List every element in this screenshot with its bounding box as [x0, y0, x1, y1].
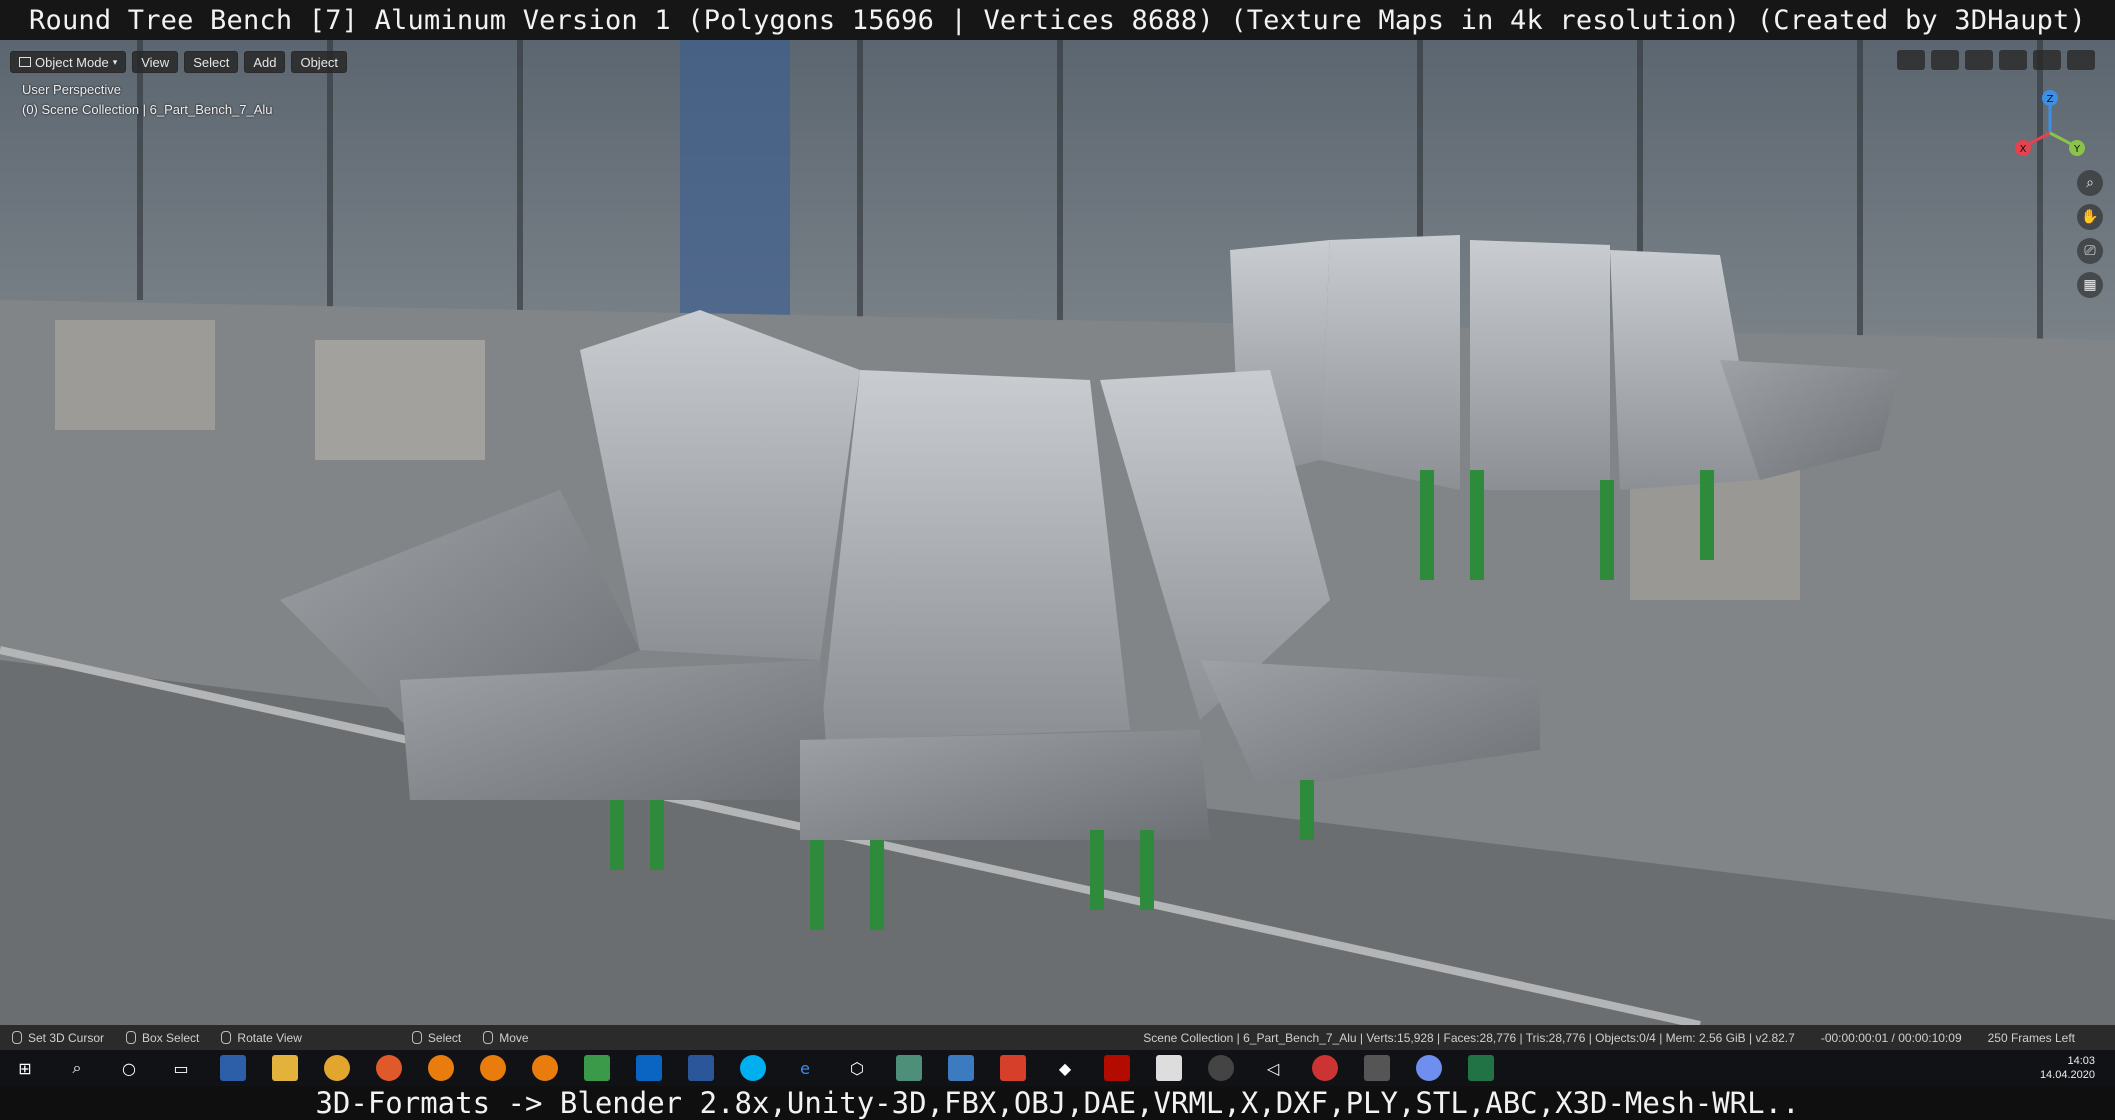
- mouse-left-icon: [411, 1031, 422, 1044]
- concrete-block: [55, 320, 215, 430]
- video-caption-bar: 3D-Formats -> Blender 2.8x,Unity-3D,FBX,…: [0, 1086, 2115, 1120]
- clock-time: 14:03: [2067, 1055, 2095, 1067]
- gizmo-x-label: X: [2020, 144, 2027, 155]
- search-icon[interactable]: ⌕: [64, 1055, 90, 1081]
- folder-icon[interactable]: [272, 1055, 298, 1081]
- blender-icon-3[interactable]: [532, 1055, 558, 1081]
- ortho-grid-icon[interactable]: ▦: [2077, 272, 2103, 298]
- draw-icon[interactable]: [948, 1055, 974, 1081]
- object-mode-dropdown[interactable]: Object Mode ▾: [10, 51, 127, 73]
- status-move: Move: [483, 1030, 529, 1045]
- concrete-block: [315, 340, 485, 460]
- video-caption: 3D-Formats -> Blender 2.8x,Unity-3D,FBX,…: [315, 1086, 1800, 1120]
- viewport-header: Object Mode ▾ View Select Add Object: [0, 40, 2115, 84]
- mouse-box-icon: [126, 1031, 137, 1044]
- firefox-icon[interactable]: [376, 1055, 402, 1081]
- windows-icon[interactable]: ⊞: [12, 1055, 38, 1081]
- paint-icon[interactable]: [1312, 1055, 1338, 1081]
- perspective-label: User Perspective: [22, 82, 121, 97]
- task-view-icon[interactable]: ▭: [168, 1055, 194, 1081]
- maps-icon[interactable]: [1416, 1055, 1442, 1081]
- navigation-gizmo[interactable]: Z X Y: [2005, 88, 2095, 178]
- status-info: Scene Collection | 6_Part_Bench_7_Alu | …: [1143, 1031, 2115, 1045]
- status-label: Set 3D Cursor: [28, 1030, 105, 1045]
- status-label: Rotate View: [237, 1030, 302, 1045]
- 3d-viewport[interactable]: Object Mode ▾ View Select Add Object Use…: [0, 40, 2115, 1025]
- object-mode-icon: [19, 57, 31, 67]
- mouse-drag-icon: [483, 1031, 494, 1044]
- mouse-left-icon: [12, 1031, 22, 1044]
- menu-add[interactable]: Add: [244, 51, 286, 73]
- gizmo-z-label: Z: [2047, 94, 2054, 105]
- mouse-middle-icon: [221, 1031, 232, 1044]
- status-select: Select: [411, 1030, 462, 1045]
- blender-icon[interactable]: [428, 1055, 454, 1081]
- menu-object[interactable]: Object: [291, 51, 348, 73]
- shading-material-icon[interactable]: [2067, 50, 2095, 70]
- sketchup-icon[interactable]: ◆: [1052, 1055, 1078, 1081]
- status-label: Box Select: [142, 1030, 200, 1045]
- xray-icon[interactable]: [1999, 50, 2027, 70]
- viewport-shading-tools: [1897, 50, 2095, 70]
- scene-stats: Scene Collection | 6_Part_Bench_7_Alu | …: [1143, 1030, 1795, 1045]
- timecode: -00:00:00:01 / 00:00:10:09: [1820, 1030, 1962, 1045]
- unreal-icon[interactable]: ◁: [1260, 1055, 1286, 1081]
- menu-view[interactable]: View: [132, 51, 179, 73]
- acrobat-icon[interactable]: [1104, 1055, 1130, 1081]
- notepad-icon[interactable]: [584, 1055, 610, 1081]
- video-title-bar: Round Tree Bench [7] Aluminum Version 1 …: [0, 0, 2115, 40]
- zoom-icon[interactable]: ⌕: [2077, 170, 2103, 196]
- tool-icon[interactable]: [896, 1055, 922, 1081]
- excel-icon[interactable]: [1468, 1055, 1494, 1081]
- word-icon[interactable]: [688, 1055, 714, 1081]
- visibility-icon[interactable]: [1897, 50, 1925, 70]
- chrome-icon[interactable]: [324, 1055, 350, 1081]
- calculator-icon[interactable]: [1364, 1055, 1390, 1081]
- menu-select[interactable]: Select: [184, 51, 239, 73]
- system-clock[interactable]: 14:03 14.04.2020: [2040, 1054, 2115, 1082]
- overlay-toggle-icon[interactable]: [1965, 50, 1993, 70]
- windows-taskbar: ⊞ ⌕ ○ ▭ e ⬡ ◆ ◁ 14:03 14.04.2020: [0, 1050, 2115, 1086]
- skype-icon[interactable]: [740, 1055, 766, 1081]
- clock-date: 14.04.2020: [2039, 1069, 2095, 1081]
- brave-icon[interactable]: [1000, 1055, 1026, 1081]
- obs-icon[interactable]: [1208, 1055, 1234, 1081]
- viewport-scene: [0, 40, 2115, 1025]
- pan-hand-icon[interactable]: ✋: [2077, 204, 2103, 230]
- status-label: Move: [499, 1030, 529, 1045]
- gizmo-toggle-icon[interactable]: [1931, 50, 1959, 70]
- cube-icon[interactable]: ⬡: [844, 1055, 870, 1081]
- chevron-down-icon: ▾: [112, 56, 118, 67]
- shading-solid-icon[interactable]: [2033, 50, 2061, 70]
- status-label: Select: [427, 1030, 462, 1045]
- object-mode-label: Object Mode: [35, 54, 109, 70]
- status-box-select: Box Select: [126, 1031, 199, 1045]
- video-title: Round Tree Bench [7] Aluminum Version 1 …: [29, 4, 2086, 36]
- gizmo-y-label: Y: [2073, 144, 2081, 155]
- unity-icon[interactable]: [1156, 1055, 1182, 1081]
- status-set-3d-cursor: Set 3D Cursor: [12, 1031, 104, 1045]
- edge-icon[interactable]: e: [792, 1055, 818, 1081]
- camera-icon[interactable]: ⎚: [2077, 238, 2103, 264]
- collection-label: (0) Scene Collection | 6_Part_Bench_7_Al…: [22, 102, 273, 117]
- status-bar: Set 3D Cursor Box Select Rotate View Sel…: [0, 1025, 2115, 1050]
- blender-icon-2[interactable]: [480, 1055, 506, 1081]
- save-icon[interactable]: [220, 1055, 246, 1081]
- outlook-icon[interactable]: [636, 1055, 662, 1081]
- viewport-nav-buttons: ⌕ ✋ ⎚ ▦: [2077, 170, 2103, 298]
- frames-left: 250 Frames Left: [1987, 1030, 2075, 1045]
- cortana-icon[interactable]: ○: [116, 1055, 142, 1081]
- status-rotate-view: Rotate View: [221, 1030, 302, 1045]
